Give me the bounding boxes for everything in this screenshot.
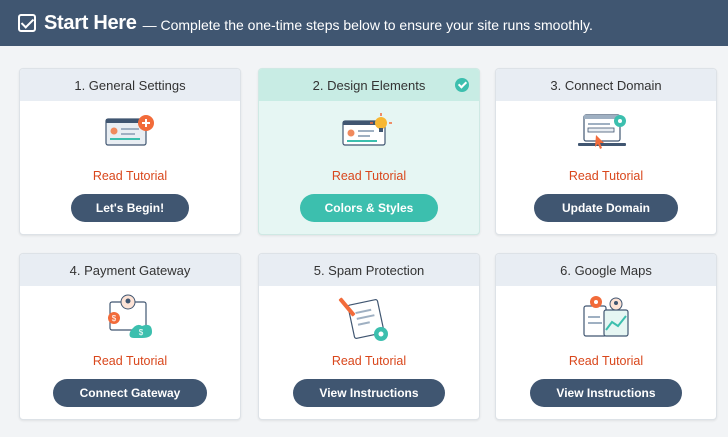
view-instructions-button[interactable]: View Instructions bbox=[530, 379, 682, 407]
page-title: Start Here bbox=[44, 11, 137, 34]
step-card-google-maps: 6. Google Maps Read Tutorial View Instru… bbox=[495, 253, 717, 420]
connect-gateway-button[interactable]: Connect Gateway bbox=[53, 379, 207, 407]
read-tutorial-link[interactable]: Read Tutorial bbox=[259, 169, 479, 185]
card-title: 4. Payment Gateway bbox=[69, 262, 191, 278]
read-tutorial-link[interactable]: Read Tutorial bbox=[20, 354, 240, 370]
maps-illustration-icon bbox=[496, 286, 716, 350]
card-header: 6. Google Maps bbox=[496, 254, 716, 286]
checkbox-icon bbox=[18, 14, 36, 32]
read-tutorial-link[interactable]: Read Tutorial bbox=[259, 354, 479, 370]
step-card-connect-domain: 3. Connect Domain Read Tutorial Update D… bbox=[495, 68, 717, 235]
read-tutorial-link[interactable]: Read Tutorial bbox=[496, 169, 716, 185]
design-illustration-icon bbox=[259, 101, 479, 165]
step-card-general-settings: 1. General Settings Read Tutorial Let's … bbox=[19, 68, 241, 235]
spam-illustration-icon bbox=[259, 286, 479, 350]
card-header: 4. Payment Gateway bbox=[20, 254, 240, 286]
step-card-payment-gateway: 4. Payment Gateway $ $ Read Tutorial Con… bbox=[19, 253, 241, 420]
card-title: 6. Google Maps bbox=[560, 262, 652, 278]
lets-begin-button[interactable]: Let's Begin! bbox=[71, 194, 189, 222]
card-header: 5. Spam Protection bbox=[259, 254, 479, 286]
step-card-spam-protection: 5. Spam Protection Read Tutorial View In… bbox=[258, 253, 480, 420]
card-header: 1. General Settings bbox=[20, 69, 240, 101]
card-title: 5. Spam Protection bbox=[313, 262, 425, 278]
update-domain-button[interactable]: Update Domain bbox=[534, 194, 678, 222]
payment-illustration-icon: $ $ bbox=[20, 286, 240, 350]
card-title: 1. General Settings bbox=[74, 77, 186, 93]
step-card-design-elements: 2. Design Elements Read Tutorial Colors … bbox=[258, 68, 480, 235]
completed-check-icon bbox=[455, 78, 469, 92]
read-tutorial-link[interactable]: Read Tutorial bbox=[496, 354, 716, 370]
read-tutorial-link[interactable]: Read Tutorial bbox=[20, 169, 240, 185]
settings-illustration-icon bbox=[20, 101, 240, 165]
view-instructions-button[interactable]: View Instructions bbox=[293, 379, 445, 407]
page-subtitle: — Complete the one-time steps below to e… bbox=[142, 16, 593, 33]
card-title: 2. Design Elements bbox=[312, 77, 426, 93]
card-title: 3. Connect Domain bbox=[550, 77, 662, 93]
svg-text:$: $ bbox=[112, 314, 117, 323]
colors-styles-button[interactable]: Colors & Styles bbox=[300, 194, 438, 222]
card-header: 3. Connect Domain bbox=[496, 69, 716, 101]
card-header: 2. Design Elements bbox=[259, 69, 479, 101]
svg-text:$: $ bbox=[139, 328, 144, 337]
domain-illustration-icon bbox=[496, 101, 716, 165]
start-here-header: Start Here — Complete the one-time steps… bbox=[0, 0, 728, 46]
